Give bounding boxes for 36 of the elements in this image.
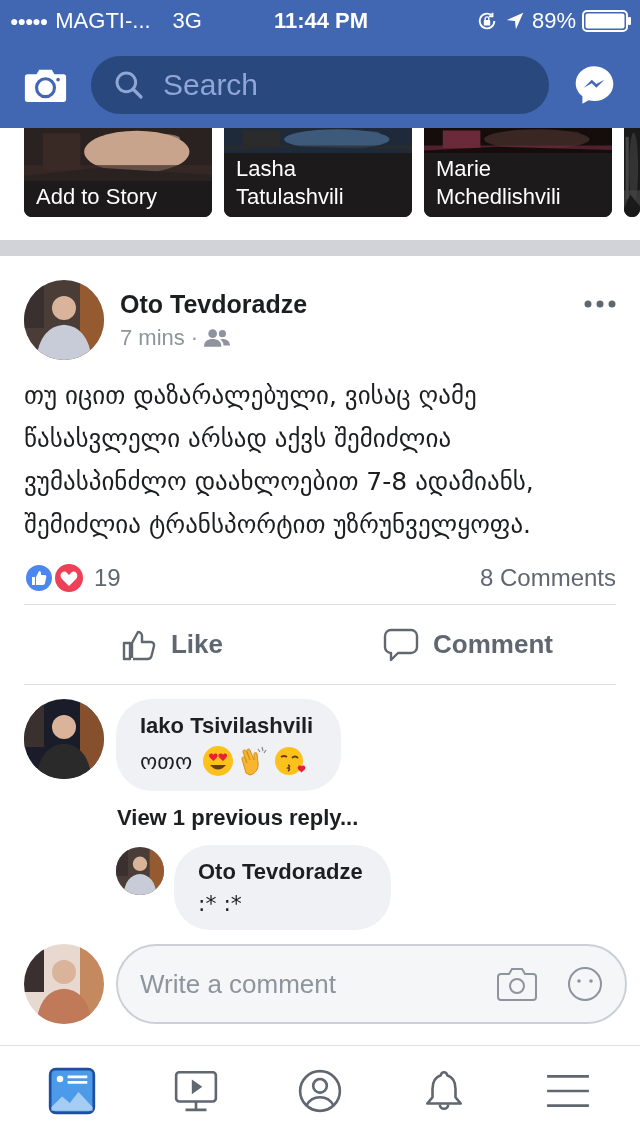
camera-icon [497, 966, 537, 1002]
carrier-name: MAGTI-... [55, 8, 151, 34]
network-type: 3G [172, 8, 202, 34]
speech-bubble-icon [383, 626, 420, 663]
heart-eyes-face-icon [202, 745, 235, 777]
story-card[interactable]: Lasha Tatulashvili [224, 128, 412, 217]
battery-percentage: 89% [531, 8, 576, 34]
post-text: თუ იცით დაზარალებული, ვისაც ღამე წასასვლელი არსად აქვს შემიძლია ვუმასპინძლო დაახლოებით 7-8 ადამიანს, შემიძლია ტრანსპორტით უზრუნველყოფა. [24, 380, 535, 541]
story-card[interactable]: Marie Mchedlishvili [424, 128, 612, 217]
comment-button[interactable]: Comment [320, 605, 616, 684]
friends-icon [204, 327, 231, 348]
separator-dot: · [190, 324, 199, 351]
view-replies-link[interactable]: View 1 previous reply... [24, 805, 616, 831]
search-icon [113, 69, 145, 101]
commenter-name[interactable]: Oto Tevdoradze [198, 859, 363, 885]
like-button[interactable]: Like [24, 605, 320, 684]
profile-icon [297, 1068, 343, 1114]
comment-text: ოთო [140, 748, 193, 774]
comment-text: :* :* [198, 891, 242, 916]
news-feed-icon [48, 1067, 96, 1115]
comment-field[interactable]: Write a comment [116, 944, 627, 1024]
reactions-icon [24, 562, 86, 594]
signal-strength: ●●●●● [10, 13, 48, 29]
clock: 11:44 PM [273, 8, 369, 34]
reaction-count[interactable]: 19 [94, 564, 121, 592]
story-card[interactable]: Add to Story [24, 128, 212, 217]
smiley-icon [565, 966, 605, 1002]
comment-count[interactable]: 8 Comments [479, 564, 616, 592]
video-screen-icon [173, 1068, 219, 1114]
commenter-name[interactable]: Iako Tsivilashvili [140, 713, 314, 739]
kissing-face-icon [274, 745, 307, 777]
author-name[interactable]: Oto Tevdoradze [120, 289, 568, 319]
more-options-icon[interactable] [584, 300, 616, 308]
post-time: 7 mins [120, 324, 185, 351]
search-field[interactable]: Search [91, 56, 549, 114]
battery-icon [582, 10, 632, 32]
